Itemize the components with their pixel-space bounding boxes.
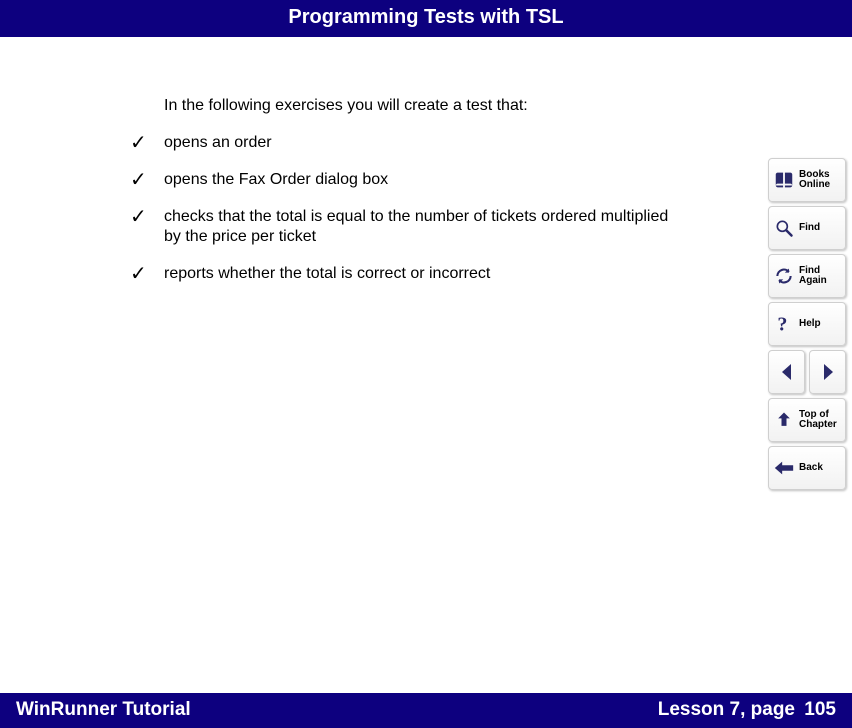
sidebar: Books Online Find Find Again ? Help xyxy=(768,158,846,490)
list-item: ✓ checks that the total is equal to the … xyxy=(130,207,670,249)
books-icon xyxy=(772,168,796,192)
list-item: ✓ opens the Fax Order dialog box xyxy=(130,170,670,191)
list-item: ✓ opens an order xyxy=(130,133,670,154)
find-button[interactable]: Find xyxy=(768,206,846,250)
check-icon: ✓ xyxy=(130,264,164,284)
page-header: Programming Tests with TSL xyxy=(0,0,852,37)
refresh-icon xyxy=(772,264,796,288)
back-button[interactable]: Back xyxy=(768,446,846,490)
find-label: Find xyxy=(799,223,820,234)
question-icon: ? xyxy=(772,312,796,336)
check-icon: ✓ xyxy=(130,133,164,153)
footer-page-info: Lesson 7, page 105 xyxy=(658,699,836,721)
books-online-button[interactable]: Books Online xyxy=(768,158,846,202)
help-button[interactable]: ? Help xyxy=(768,302,846,346)
page-footer: WinRunner Tutorial Lesson 7, page 105 xyxy=(0,693,852,728)
books-online-label: Books Online xyxy=(799,170,842,191)
top-of-chapter-label: Top of Chapter xyxy=(799,410,842,431)
list-item: ✓ reports whether the total is correct o… xyxy=(130,264,670,285)
find-again-label: Find Again xyxy=(799,266,842,287)
list-item-text: checks that the total is equal to the nu… xyxy=(164,207,670,249)
back-label: Back xyxy=(799,463,823,474)
find-again-button[interactable]: Find Again xyxy=(768,254,846,298)
magnifier-icon xyxy=(772,216,796,240)
main-content: In the following exercises you will crea… xyxy=(0,37,770,285)
arrow-up-icon xyxy=(772,408,796,432)
triangle-left-icon xyxy=(775,360,799,384)
footer-lesson: Lesson 7, page xyxy=(658,699,795,720)
arrow-left-icon xyxy=(772,456,796,480)
page-title: Programming Tests with TSL xyxy=(288,6,563,28)
svg-text:?: ? xyxy=(777,314,787,335)
list-item-text: opens an order xyxy=(164,133,272,154)
intro-text: In the following exercises you will crea… xyxy=(164,97,670,115)
list-item-text: reports whether the total is correct or … xyxy=(164,264,490,285)
help-label: Help xyxy=(799,319,821,330)
check-icon: ✓ xyxy=(130,207,164,227)
footer-page-number: 105 xyxy=(804,699,836,720)
prev-page-button[interactable] xyxy=(768,350,805,394)
next-page-button[interactable] xyxy=(809,350,846,394)
triangle-right-icon xyxy=(816,360,840,384)
top-of-chapter-button[interactable]: Top of Chapter xyxy=(768,398,846,442)
footer-title: WinRunner Tutorial xyxy=(16,699,191,721)
list-item-text: opens the Fax Order dialog box xyxy=(164,170,388,191)
check-icon: ✓ xyxy=(130,170,164,190)
